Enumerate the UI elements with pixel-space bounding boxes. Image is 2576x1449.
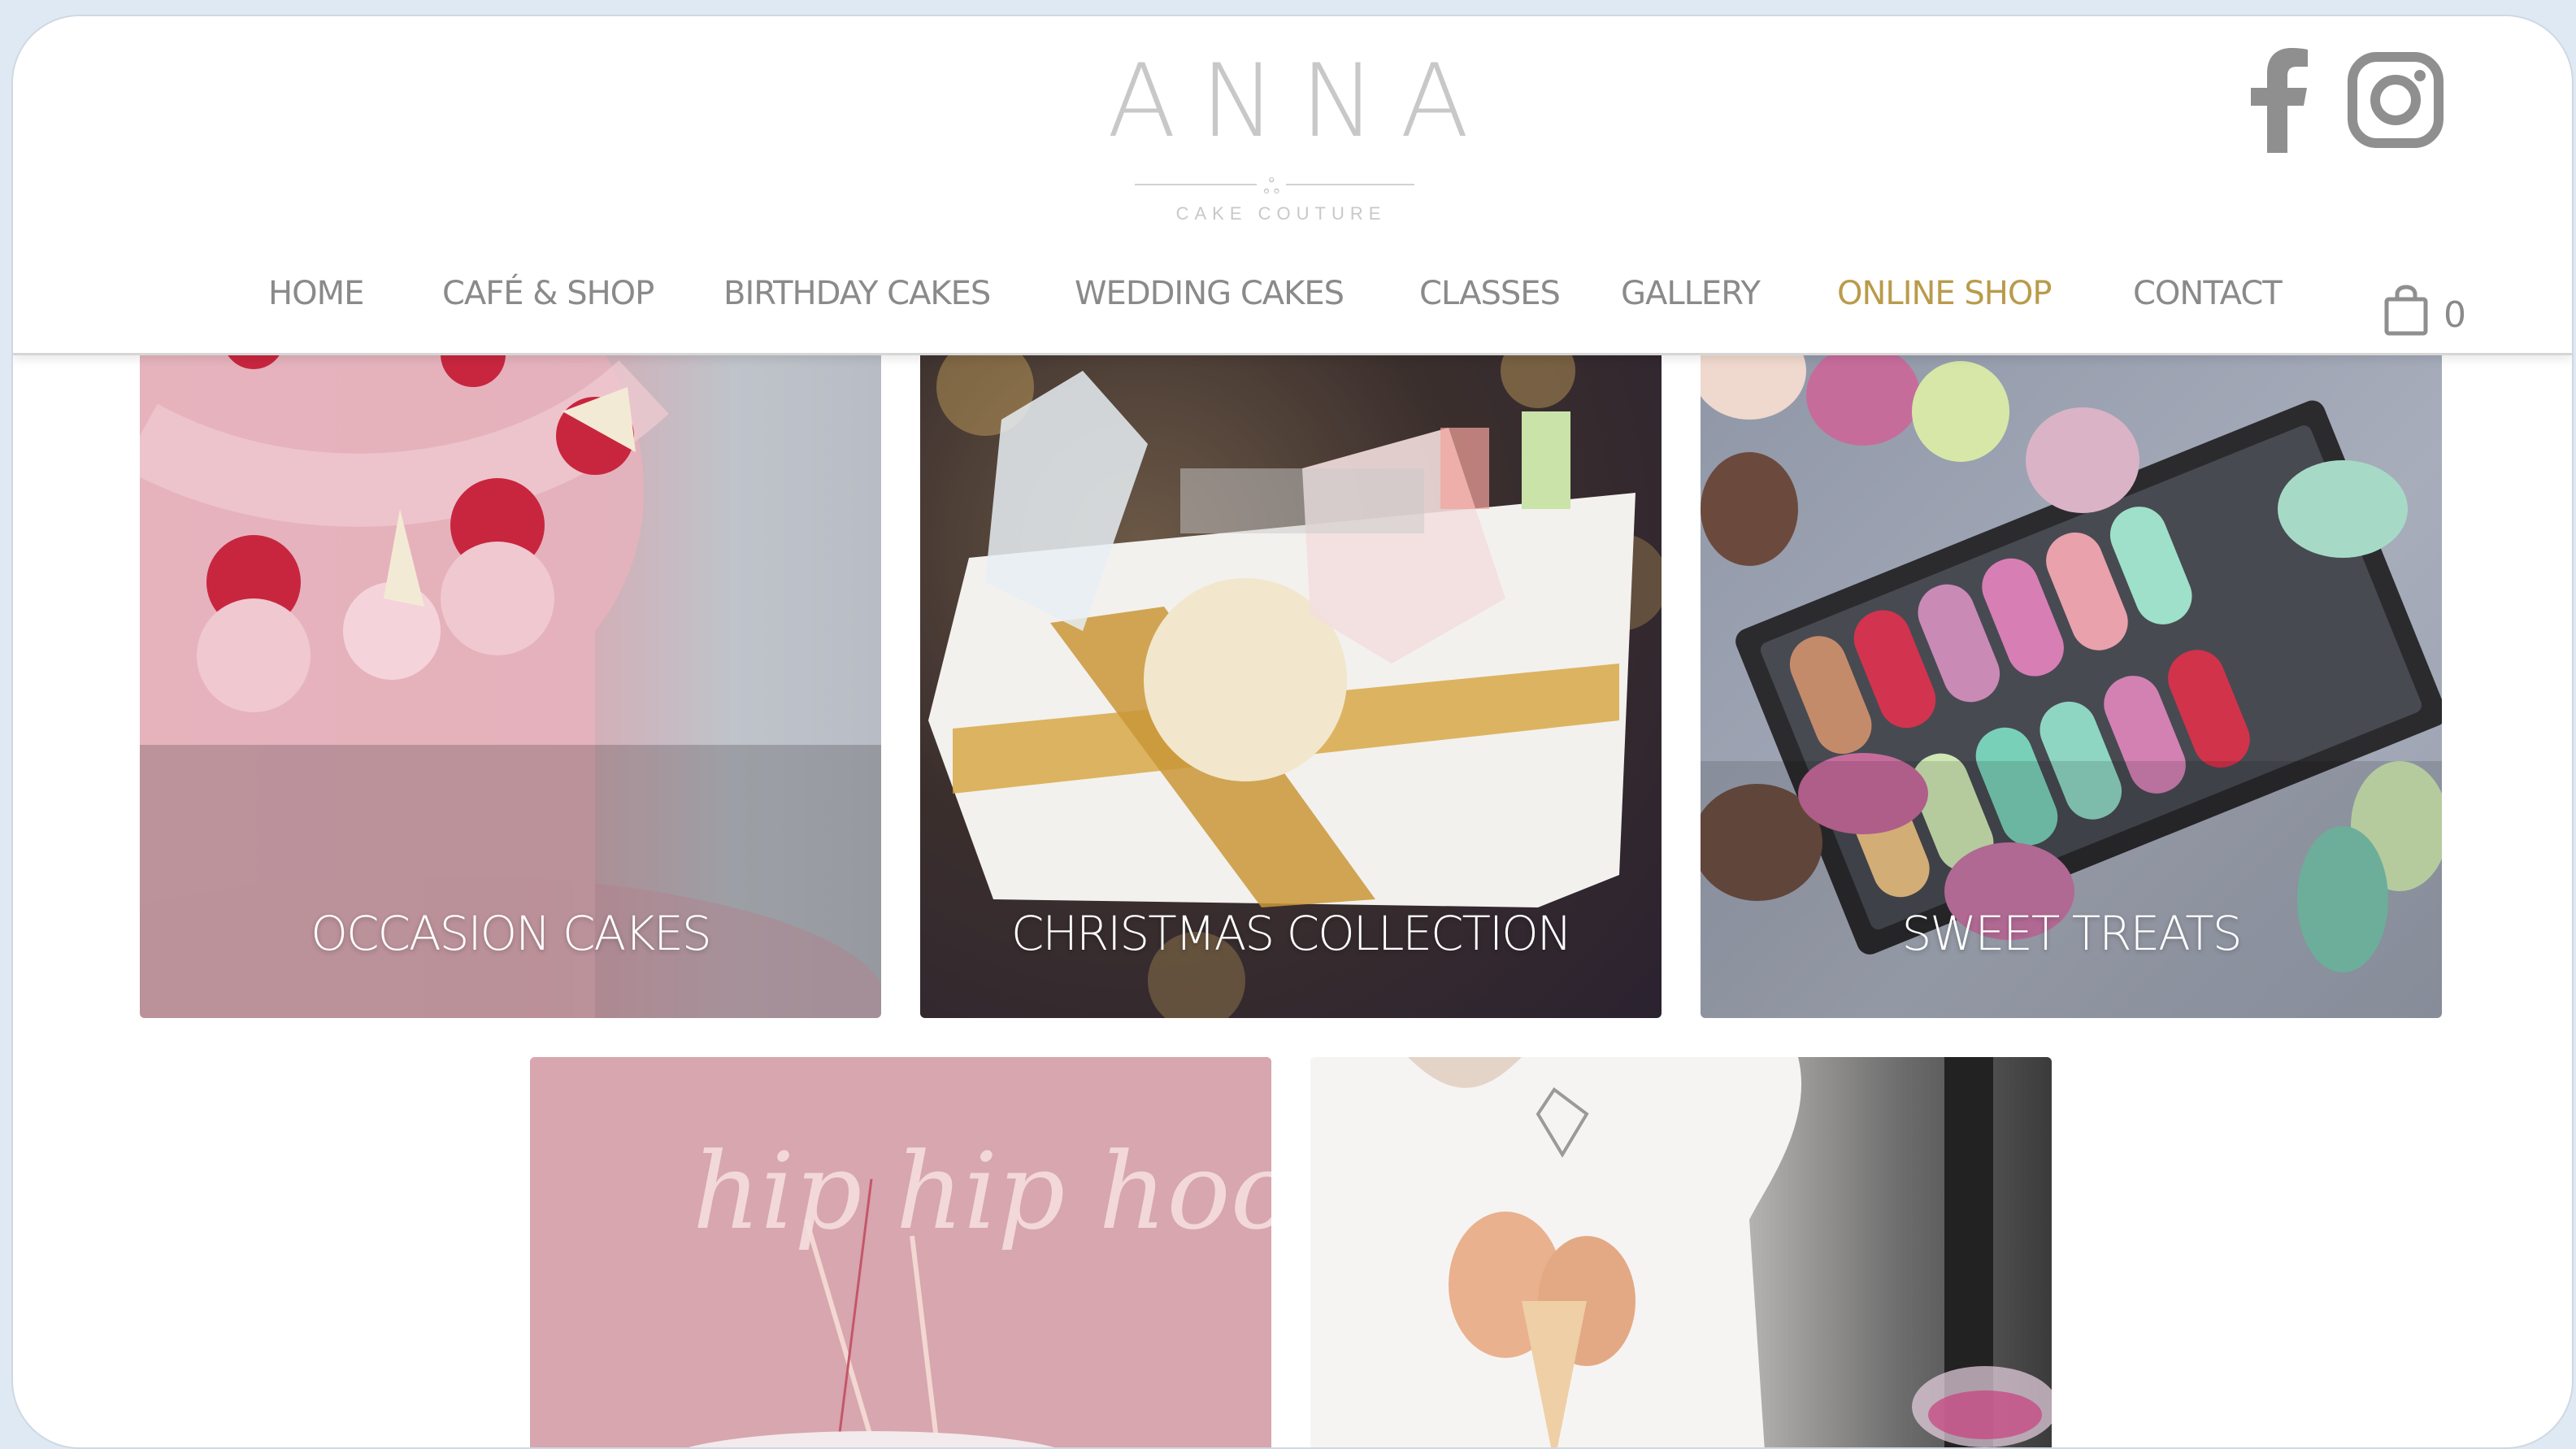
nav-contact[interactable]: CONTACT (2133, 275, 2283, 312)
category-label: CHRISTMAS COLLECTION (1010, 906, 1572, 961)
browser-window: ANNA ஃ CAKE COUTURE HOME CAFÉ & SHOP BIR… (11, 15, 2574, 1449)
baker-image (1310, 1057, 2052, 1447)
category-label: SWEET TREATS (1901, 906, 2242, 961)
cart-count[interactable]: 0 (2444, 294, 2466, 336)
logo-tagline: CAKE COUTURE (1175, 203, 1387, 224)
site-header: ANNA ஃ CAKE COUTURE HOME CAFÉ & SHOP BIR… (13, 16, 2572, 355)
party-topper-image: hip hip hooray (530, 1057, 1271, 1447)
logo-wordmark: ANNA (1107, 43, 1494, 160)
category-label: OCCASION CAKES (311, 906, 711, 961)
shopping-bag-icon[interactable] (2383, 285, 2429, 342)
nav-home[interactable]: HOME (268, 275, 364, 312)
nav-gallery[interactable]: GALLERY (1621, 275, 1761, 312)
nav-online-shop[interactable]: ONLINE SHOP (1837, 275, 2052, 312)
main-nav: HOME CAFÉ & SHOP BIRTHDAY CAKES WEDDING … (13, 275, 2572, 340)
category-tile-party[interactable]: hip hip hooray (530, 1057, 1271, 1447)
category-tile-christmas-collection[interactable]: CHRISTMAS COLLECTION (920, 338, 1662, 1018)
facebook-icon[interactable] (2240, 47, 2313, 153)
nav-classes[interactable]: CLASSES (1419, 275, 1561, 312)
nav-wedding-cakes[interactable]: WEDDING CAKES (1075, 275, 1344, 312)
site-logo[interactable]: ANNA ஃ CAKE COUTURE (1086, 41, 1476, 236)
nav-birthday-cakes[interactable]: BIRTHDAY CAKES (723, 275, 991, 312)
bow-icon: ஃ (1257, 174, 1287, 202)
category-tile-occasion-cakes[interactable]: OCCASION CAKES (140, 338, 881, 1018)
category-tile-sweet-treats[interactable]: SWEET TREATS (1701, 338, 2442, 1018)
instagram-icon[interactable] (2348, 47, 2453, 153)
topper-text: hip hip hooray (693, 1129, 1271, 1253)
category-tile-classes[interactable] (1310, 1057, 2052, 1447)
nav-cafe-shop[interactable]: CAFÉ & SHOP (442, 275, 654, 312)
